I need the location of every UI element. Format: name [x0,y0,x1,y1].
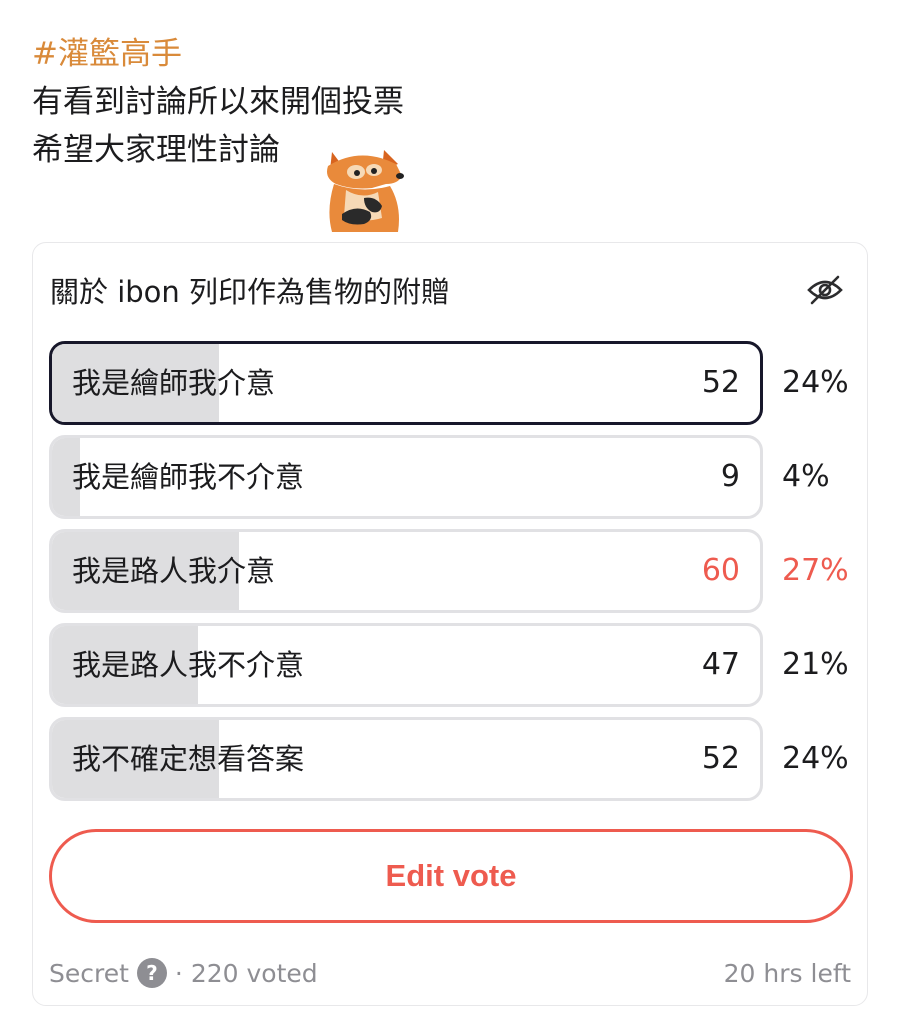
fox-thinking-sticker-icon [312,140,412,232]
poll-option-label: 我是路人我介意 [72,554,276,588]
question-icon[interactable]: ? [136,958,167,988]
poll-card: 關於 ibon 列印作為售物的附贈 我是繪師我介意 52 24% 我是繪師我不介… [32,242,868,1006]
poll-option-label: 我是繪師我不介意 [72,460,305,494]
poll-option[interactable]: 我不確定想看答案 52 24% [49,717,851,801]
post-text-line-2: 希望大家理性討論 [32,132,280,168]
poll-option-percent: 24% [782,365,849,400]
poll-option[interactable]: 我是路人我介意 60 27% [49,529,851,613]
poll-option-bar[interactable]: 我是路人我不介意 47 [49,623,763,707]
poll-option-label: 我是繪師我介意 [72,366,276,400]
poll-title: 關於 ibon 列印作為售物的附贈 [50,275,451,309]
poll-option-bar[interactable]: 我是繪師我介意 52 [49,341,763,425]
voted-count: · 220 voted [174,958,318,988]
poll-option[interactable]: 我是路人我不介意 47 21% [49,623,851,707]
poll-header: 關於 ibon 列印作為售物的附贈 [50,265,845,315]
poll-option-label: 我是路人我不介意 [72,648,305,682]
hashtag-link[interactable]: #灌籃高手 [32,30,872,78]
poll-footer: Secret ? · 220 voted 20 hrs left [49,953,851,993]
post-text-line-1: 有看到討論所以來開個投票 [32,84,404,120]
poll-option-bar[interactable]: 我不確定想看答案 52 [49,717,763,801]
poll-option-label: 我不確定想看答案 [72,742,305,776]
poll-option-count: 52 [701,365,740,400]
poll-option-percent: 4% [782,459,830,494]
poll-option-count: 52 [701,741,740,776]
time-left: 20 hrs left [723,958,851,988]
eye-slash-icon[interactable] [805,270,845,310]
poll-options: 我是繪師我介意 52 24% 我是繪師我不介意 9 4% 我是路人我介意 60 … [49,341,851,811]
poll-meta: Secret ? · 220 voted [49,958,318,988]
poll-option-bar[interactable]: 我是繪師我不介意 9 [49,435,763,519]
poll-option-count: 60 [701,553,740,588]
post-body: #灌籃高手 有看到討論所以來開個投票 希望大家理性討論 [32,30,872,232]
poll-option-percent: 21% [782,647,849,682]
poll-option-count: 47 [701,647,740,682]
poll-option-percent: 27% [782,553,849,588]
edit-vote-button[interactable]: Edit vote [49,829,853,923]
poll-option-bar[interactable]: 我是路人我介意 60 [49,529,763,613]
poll-option[interactable]: 我是繪師我介意 52 24% [49,341,851,425]
poll-option[interactable]: 我是繪師我不介意 9 4% [49,435,851,519]
poll-option-count: 9 [720,459,740,494]
poll-option-percent: 24% [782,741,849,776]
privacy-label: Secret [49,958,129,988]
